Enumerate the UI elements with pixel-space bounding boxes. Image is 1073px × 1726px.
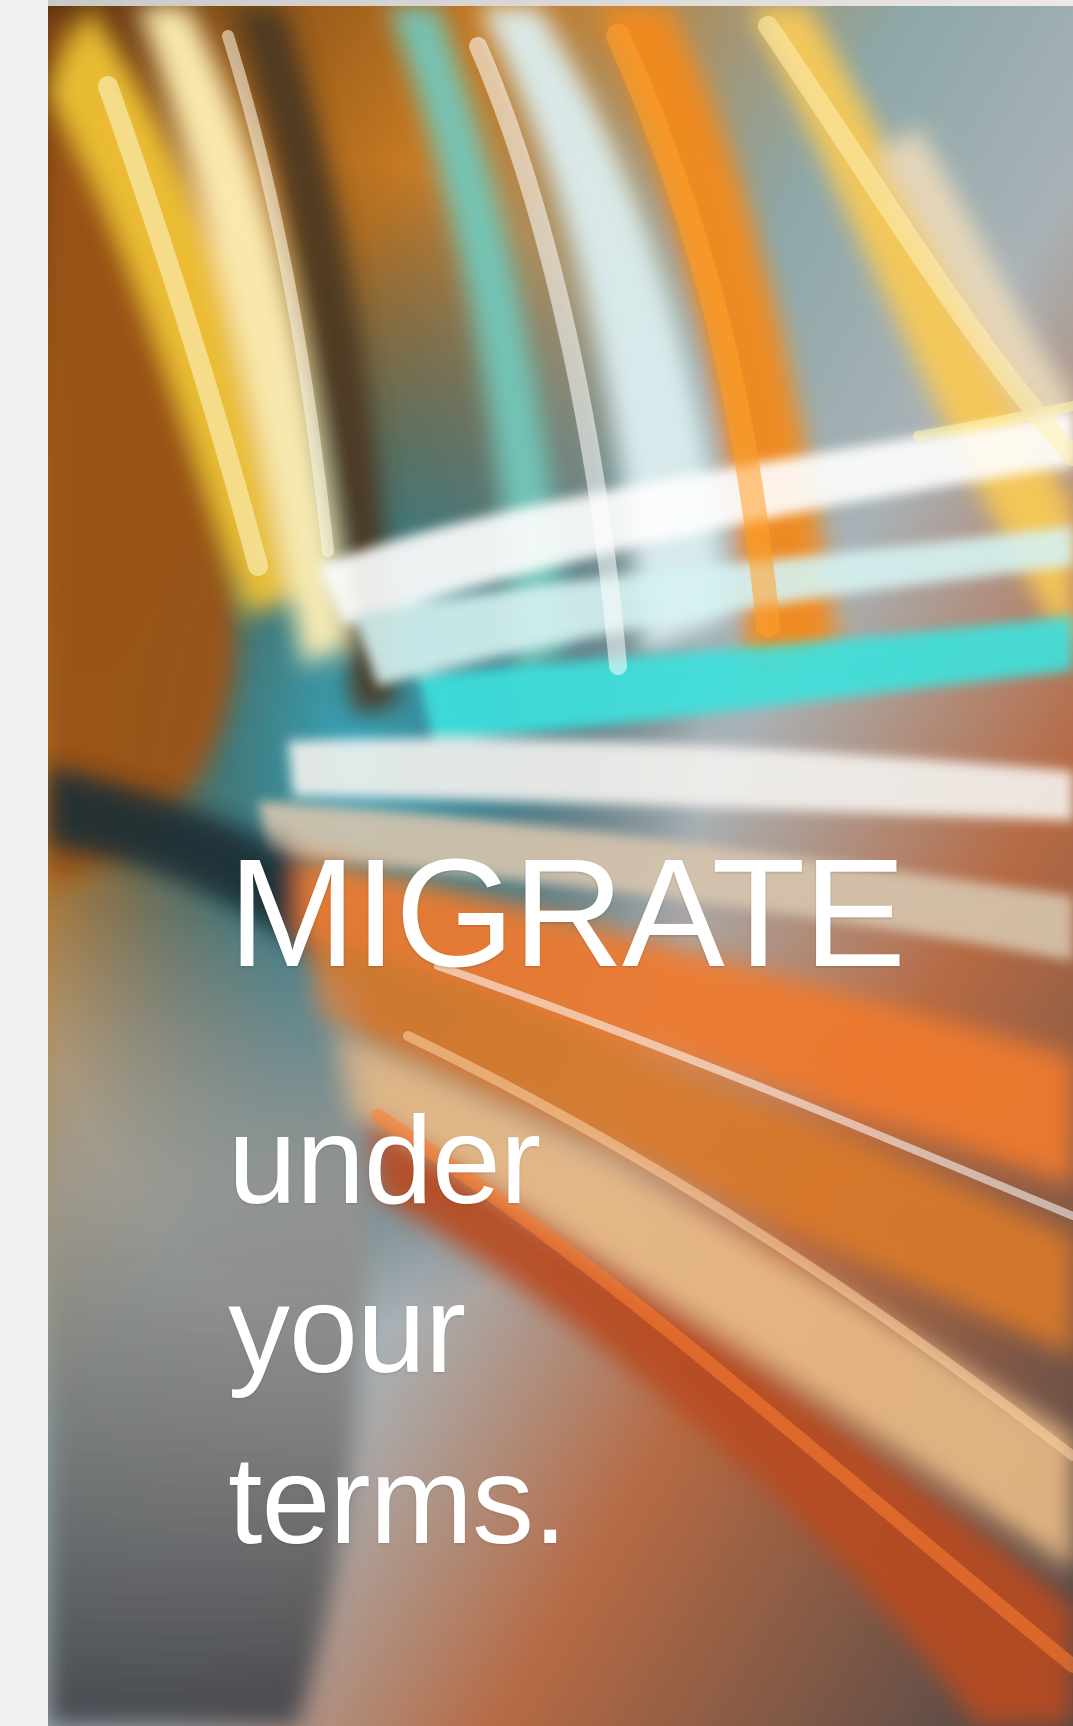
- hero-headline: MIGRATE: [228, 827, 906, 999]
- hero-banner: MIGRATE under your terms.: [48, 6, 1073, 1726]
- hero-subline-line-3: terms.: [228, 1432, 567, 1570]
- page: MIGRATE under your terms.: [0, 0, 1073, 1726]
- hero-subline-line-1: under: [228, 1092, 541, 1230]
- hero-subline-line-2: your: [228, 1261, 466, 1399]
